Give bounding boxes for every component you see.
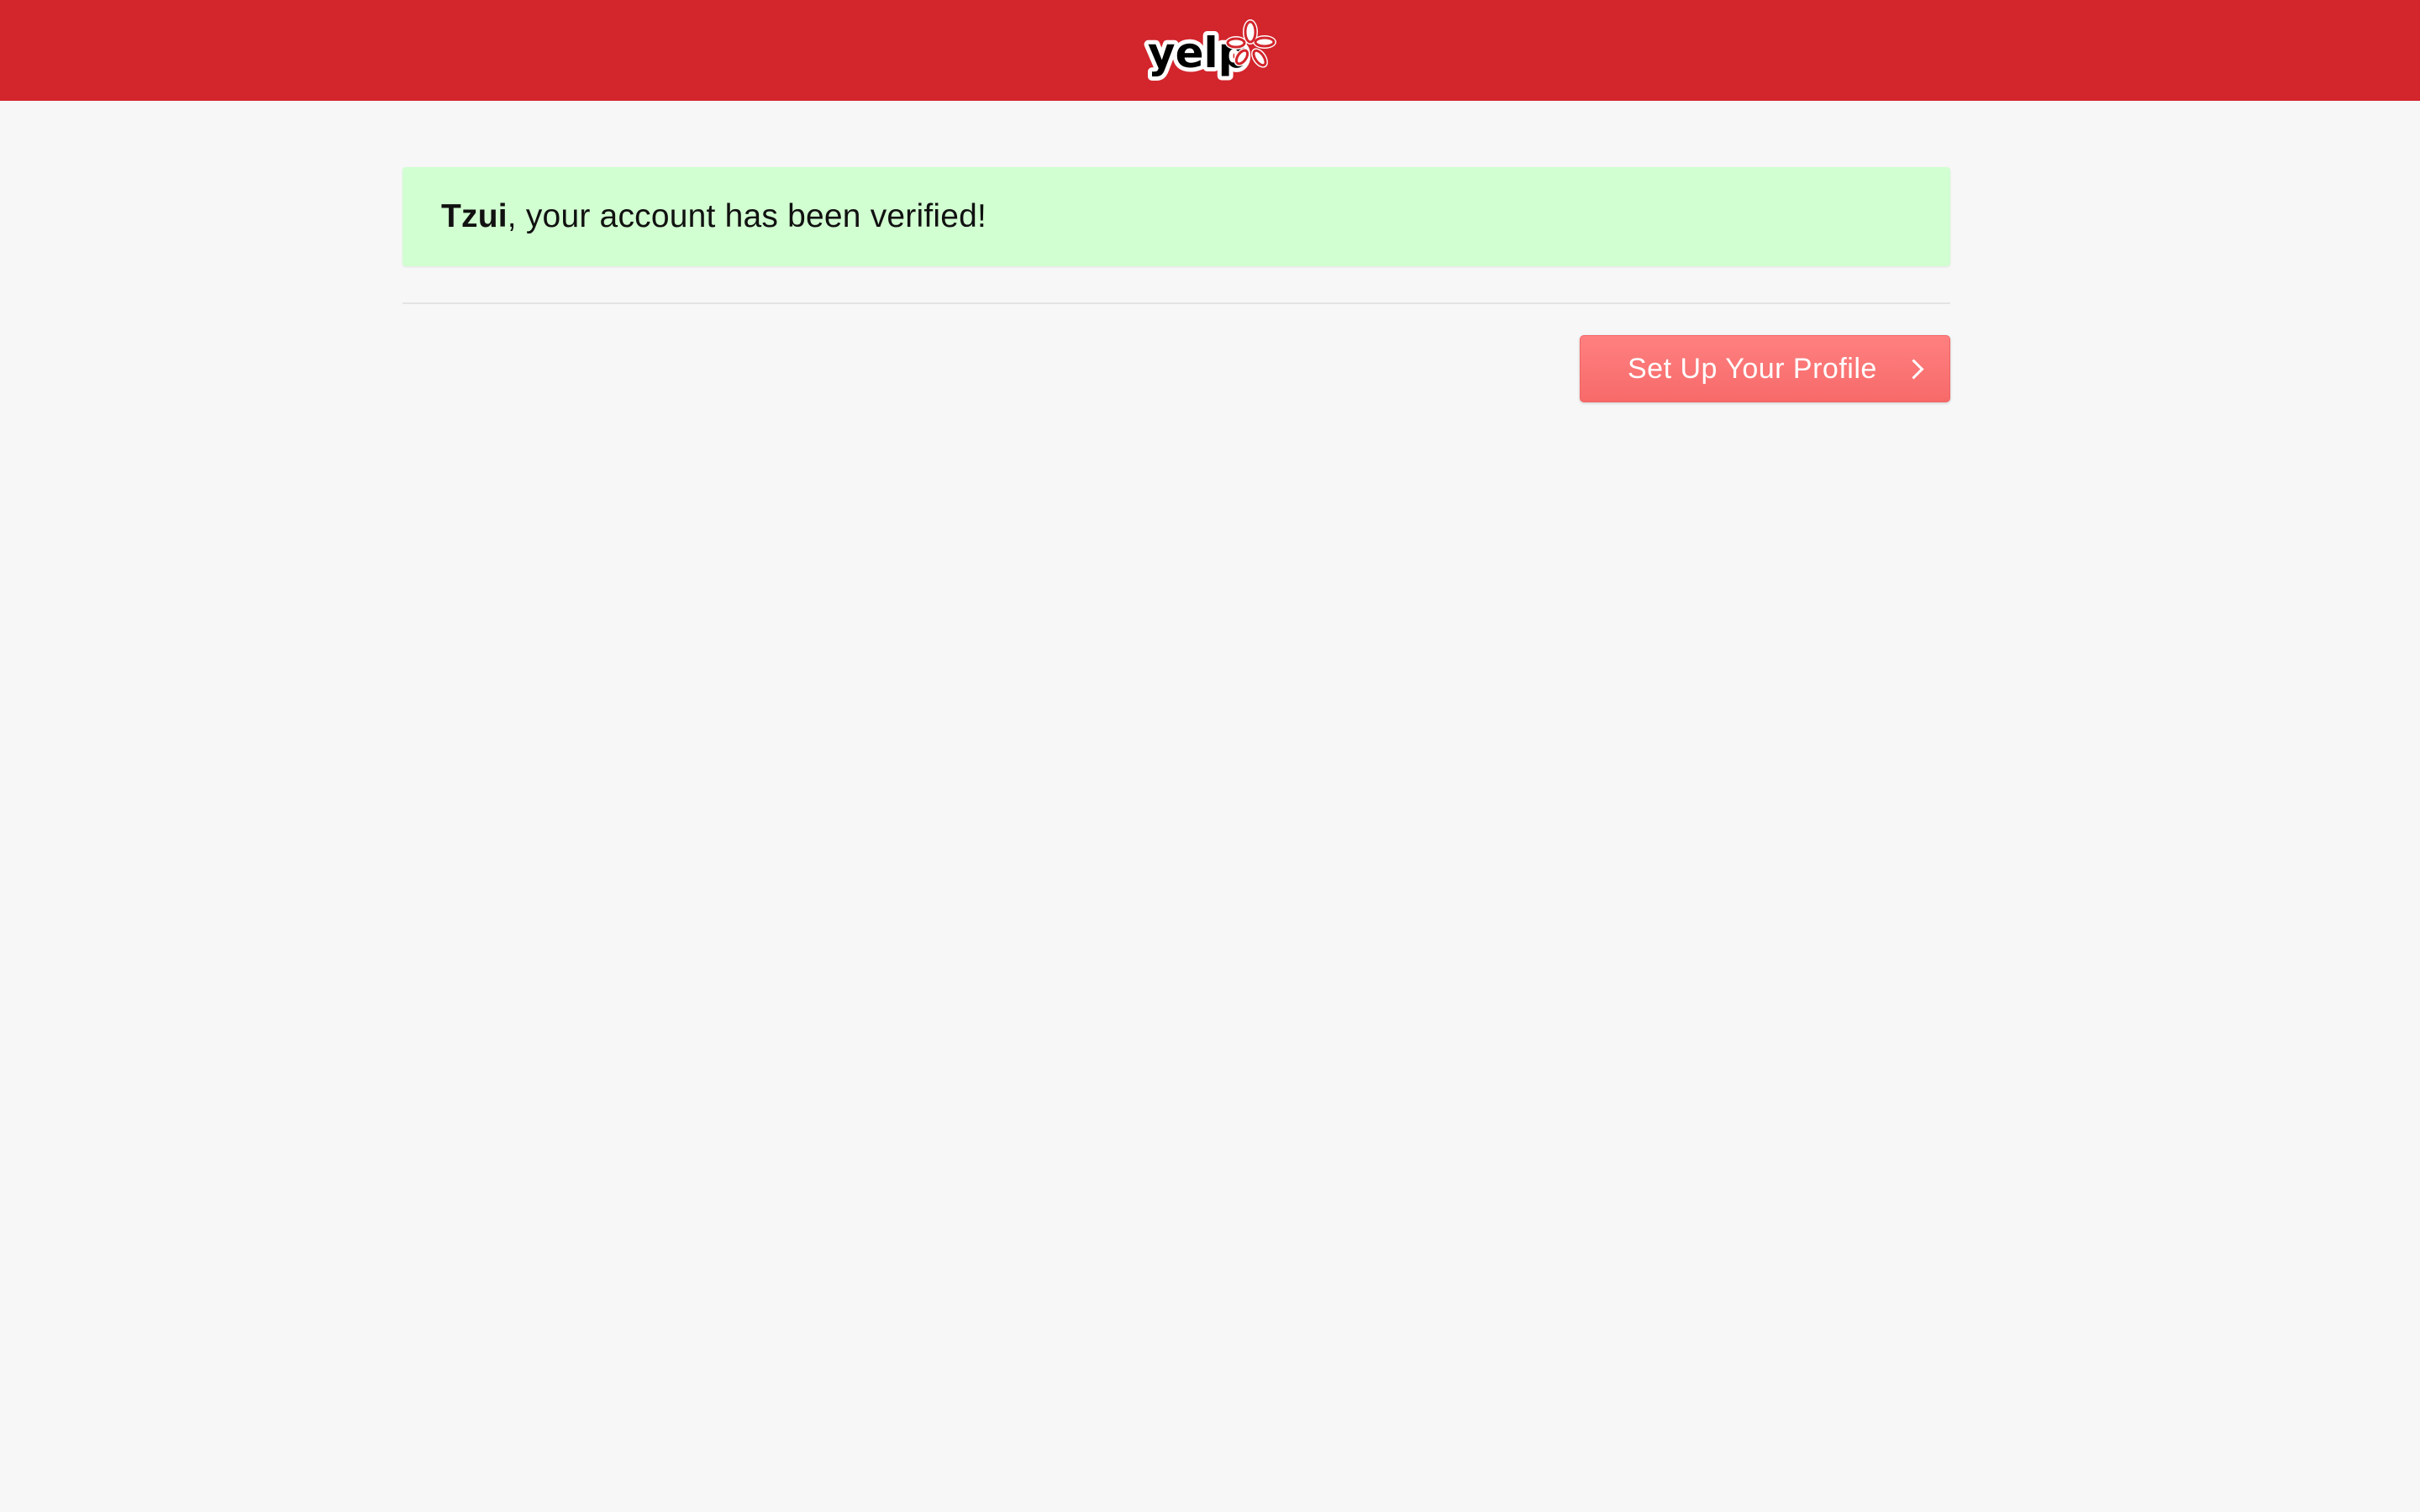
- chevron-right-icon: [1903, 358, 1924, 380]
- main-content: Tzui, your account has been verified! Se…: [402, 167, 1950, 402]
- yelp-logo[interactable]: yelp yelp: [1143, 13, 1277, 88]
- divider: [402, 302, 1950, 304]
- verification-message: , your account has been verified!: [507, 198, 987, 234]
- username: Tzui: [441, 198, 508, 234]
- svg-text:yelp: yelp: [1148, 29, 1248, 77]
- set-up-profile-button[interactable]: Set Up Your Profile: [1580, 335, 1950, 402]
- set-up-profile-label: Set Up Your Profile: [1628, 352, 1877, 385]
- top-header: yelp yelp: [0, 0, 2420, 101]
- actions-row: Set Up Your Profile: [402, 335, 1950, 402]
- verification-success-banner: Tzui, your account has been verified!: [402, 167, 1950, 266]
